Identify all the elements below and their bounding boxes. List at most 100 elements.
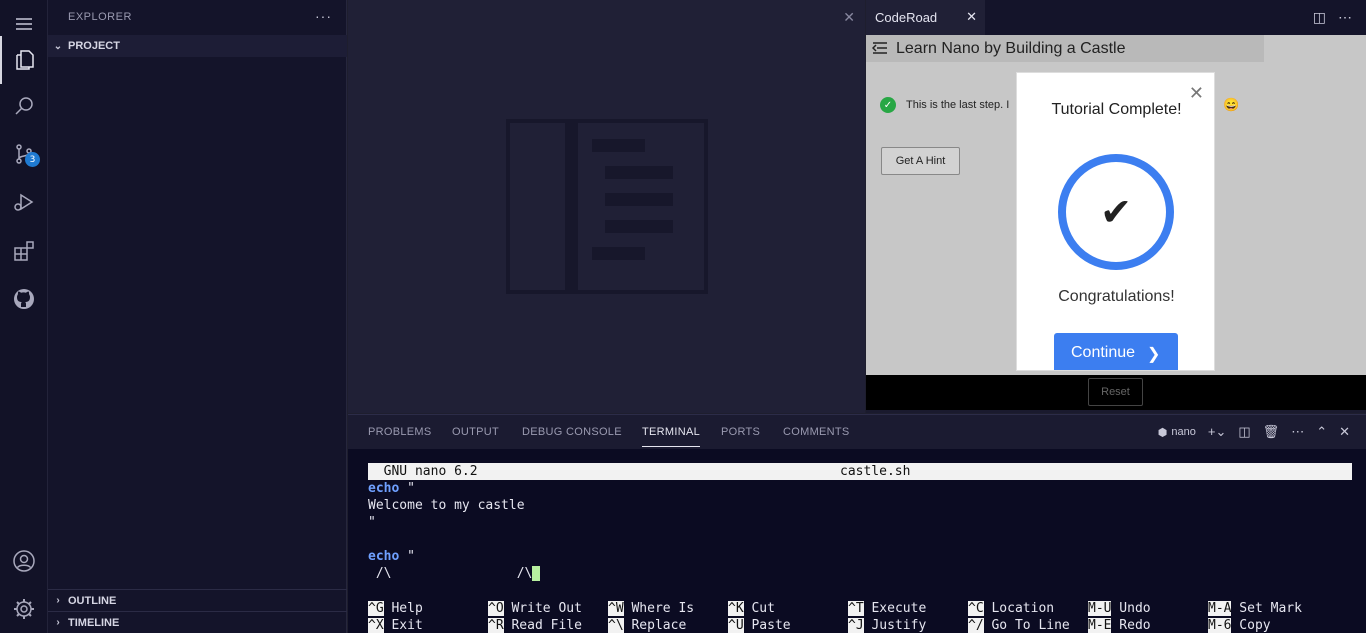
shortcut-key: ^K [728,601,744,616]
bottom-panel: PROBLEMS OUTPUT DEBUG CONSOLE TERMINAL P… [348,414,1366,633]
close-panel-icon[interactable]: ✕ [1339,424,1350,440]
editor-area: ✕ [348,0,865,413]
shortcut-item: ^T Execute [848,600,926,617]
explorer-icon[interactable] [0,36,48,84]
shortcut-item: ^J Justify [848,617,926,633]
continue-label: Continue [1071,344,1136,361]
extensions-icon[interactable] [0,227,48,275]
maximize-panel-icon[interactable]: ⌃ [1316,424,1327,440]
shortcut-key: ^J [848,618,864,633]
reset-button[interactable]: Reset [1088,378,1143,406]
trash-icon[interactable]: 🗑 [1263,424,1280,440]
terminal-output[interactable]: GNU nano 6.2 castle.sh echo " Welcome to … [368,463,1352,582]
tab-terminal[interactable]: TERMINAL [642,426,701,447]
terminal-name: nano [1171,426,1196,438]
more-actions-icon[interactable]: ⋯ [1291,424,1304,440]
shortcut-item: M-E Redo [1088,617,1151,633]
add-terminal-icon[interactable]: +⌄ [1208,424,1226,440]
shortcut-label: Where Is [623,601,695,616]
shortcut-key: ^T [848,601,864,616]
shortcut-item: M-A Set Mark [1208,600,1302,617]
shortcut-label: Undo [1111,601,1151,616]
chevron-right-icon: ❯ [1147,346,1161,363]
shortcut-label: Redo [1111,618,1151,633]
shortcut-label: Replace [623,618,687,633]
shortcut-item: ^X Exit [368,617,423,633]
tab-output[interactable]: OUTPUT [452,426,499,438]
shortcut-item: ^/ Go To Line [968,617,1070,633]
text-cursor [532,566,541,581]
menu-icon[interactable] [872,40,888,56]
continue-button[interactable]: Continue ❯ [1054,333,1178,370]
shortcut-key: ^O [488,601,504,616]
account-icon[interactable] [0,537,48,585]
shortcut-item: M-6 Copy [1208,617,1271,633]
shortcut-key: ^R [488,618,504,633]
shortcut-key: M-U [1088,601,1112,616]
shortcut-label: Cut [743,601,775,616]
vscode-window: 3 EXPLORER ··· ⌄ PROJECT › OUTLINE › TIM… [0,0,1366,633]
step-text: This is the last step. I [906,99,1010,111]
shortcut-key: ^G [368,601,384,616]
coderoad-footer: Reset [866,375,1366,410]
shortcut-item: ^R Read File [488,617,582,633]
project-section-header[interactable]: ⌄ PROJECT [48,35,347,57]
tab-debug-console[interactable]: DEBUG CONSOLE [522,426,622,438]
shortcut-label: Copy [1231,618,1271,633]
chevron-right-icon: › [56,595,60,606]
settings-gear-icon[interactable] [0,585,48,633]
terminal-selector[interactable]: ⬢ nano [1158,426,1196,439]
tab-ports[interactable]: PORTS [721,426,760,438]
activity-bar: 3 [0,0,48,633]
tab-label: CodeRoad [875,10,938,25]
shortcut-label: Location [983,601,1055,616]
modal-title: Tutorial Complete! [1051,101,1182,118]
close-icon[interactable]: ✕ [843,9,855,26]
shortcut-key: ^\ [608,618,624,633]
tutorial-complete-modal: ✕ Tutorial Complete! ✔ Congratulations! … [1016,72,1215,371]
shortcut-label: Justify [863,618,927,633]
timeline-section-header[interactable]: › TIMELINE [48,611,347,633]
text: " [399,481,415,496]
outline-label: OUTLINE [68,594,117,607]
sidebar-title: EXPLORER [68,11,132,23]
shortcut-label: Help [383,601,423,616]
chevron-down-icon: ⌄ [53,40,63,52]
check-icon: ✓ [880,97,896,113]
outline-section-header[interactable]: › OUTLINE [48,589,347,611]
scm-badge: 3 [25,152,40,167]
github-icon[interactable] [0,275,48,323]
tutorial-title: Learn Nano by Building a Castle [896,39,1126,57]
editor-actions: ◫ ⋯ [1313,9,1352,26]
shortcut-key: M-6 [1208,618,1232,633]
get-hint-button[interactable]: Get A Hint [881,147,960,175]
shortcut-item: ^C Location [968,600,1054,617]
vscode-watermark-icon [506,119,708,294]
shortcut-item: ^O Write Out [488,600,582,617]
panel-tab-bar: PROBLEMS OUTPUT DEBUG CONSOLE TERMINAL P… [348,415,1366,449]
more-actions-icon[interactable]: ··· [315,8,332,24]
run-debug-icon[interactable] [0,178,48,226]
shortcut-key: ^U [728,618,744,633]
search-icon[interactable] [0,82,48,130]
step-item: ✓ This is the last step. I [880,97,1009,113]
checkmark-circle-icon: ✔ [1058,154,1174,270]
shortcut-item: ^G Help [368,600,423,617]
split-editor-icon[interactable]: ◫ [1313,9,1326,26]
tab-problems[interactable]: PROBLEMS [368,426,432,438]
terminal-line: echo " [368,480,1352,497]
shortcut-key: M-A [1208,601,1232,616]
explorer-sidebar: EXPLORER ··· ⌄ PROJECT › OUTLINE › TIMEL… [48,0,347,633]
panel-actions: ⬢ nano +⌄ ◫ 🗑 ⋯ ⌃ ✕ [1158,424,1350,440]
source-control-icon[interactable]: 3 [0,130,48,178]
nano-version: GNU nano 6.2 [368,464,478,479]
text: " [399,549,415,564]
close-icon[interactable]: ✕ [966,9,977,25]
split-terminal-icon[interactable]: ◫ [1238,424,1250,440]
coderoad-tab-bar: CodeRoad ✕ ◫ ⋯ [866,0,1366,35]
tab-comments[interactable]: COMMENTS [783,426,850,438]
shortcut-key: ^X [368,618,384,633]
terminal-line: /\ /\ [368,565,1352,582]
tab-coderoad[interactable]: CodeRoad ✕ [866,0,985,35]
more-actions-icon[interactable]: ⋯ [1338,9,1352,26]
